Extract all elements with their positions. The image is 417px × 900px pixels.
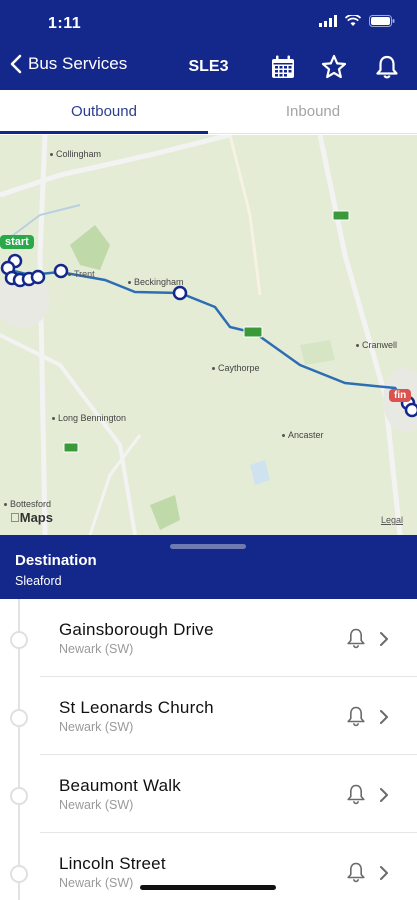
stop-name: Gainsborough Drive xyxy=(59,620,214,639)
map-label: Collingham xyxy=(50,149,101,159)
status-icons xyxy=(319,15,395,27)
map-label: Cranwell xyxy=(356,340,397,350)
bell-icon[interactable] xyxy=(374,54,400,80)
route-code: SLE3 xyxy=(188,58,229,75)
map-canvas xyxy=(0,135,417,535)
list-item[interactable]: Gainsborough Drive Newark (SW) xyxy=(0,599,417,677)
destination-label: Destination xyxy=(15,552,97,569)
bell-icon[interactable] xyxy=(345,861,367,883)
stop-name: Beaumont Walk xyxy=(59,776,181,795)
bell-icon[interactable] xyxy=(345,705,367,727)
stop-area: Newark (SW) xyxy=(59,876,134,890)
map-label: Ancaster xyxy=(282,430,324,440)
star-icon[interactable] xyxy=(321,54,347,80)
legal-link[interactable]: Legal xyxy=(381,515,403,525)
chevron-left-icon xyxy=(10,54,22,74)
nav-bar: Bus Services SLE3 xyxy=(0,44,417,90)
chevron-right-icon xyxy=(380,788,388,802)
stop-name: St Leonards Church xyxy=(59,698,214,717)
sheet-drag-handle[interactable] xyxy=(170,544,246,549)
apple-icon:  xyxy=(10,510,20,525)
finish-badge: fin xyxy=(389,389,412,402)
destination-value: Sleaford xyxy=(15,574,62,588)
timeline-dot xyxy=(10,787,28,805)
signal-icon xyxy=(319,15,337,27)
map-label: Trent xyxy=(68,269,95,279)
active-tab-indicator xyxy=(0,131,208,134)
tab-outbound[interactable]: Outbound xyxy=(0,90,208,134)
battery-icon xyxy=(369,15,395,27)
chevron-right-icon xyxy=(380,632,388,646)
stop-area: Newark (SW) xyxy=(59,798,134,812)
bell-icon[interactable] xyxy=(345,783,367,805)
map-label: Beckingham xyxy=(128,277,184,287)
back-label: Bus Services xyxy=(28,54,128,73)
calendar-icon[interactable] xyxy=(270,54,296,80)
route-line xyxy=(9,268,411,408)
bell-icon[interactable] xyxy=(345,627,367,649)
app-header: 1:11 Bus Services SLE3 xyxy=(0,0,417,90)
timeline-dot xyxy=(10,865,28,883)
maps-provider: Maps xyxy=(10,510,53,525)
stop-markers xyxy=(0,253,417,418)
map-label: Caythorpe xyxy=(212,363,260,373)
start-badge: start xyxy=(0,235,34,249)
maps-logo: Maps xyxy=(10,510,53,525)
timeline-dot xyxy=(10,709,28,727)
stop-area: Newark (SW) xyxy=(59,720,134,734)
home-indicator xyxy=(140,885,276,890)
wifi-icon xyxy=(345,15,361,26)
chevron-right-icon xyxy=(380,866,388,880)
back-button[interactable]: Bus Services xyxy=(10,54,127,74)
map-label: Long Bennington xyxy=(52,413,126,423)
tab-inbound[interactable]: Inbound xyxy=(209,90,417,134)
chevron-right-icon xyxy=(380,710,388,724)
direction-tabs: Outbound Inbound xyxy=(0,90,417,134)
map-label: Bottesford xyxy=(4,499,51,509)
list-item[interactable]: Beaumont Walk Newark (SW) xyxy=(0,755,417,833)
status-time: 1:11 xyxy=(48,15,82,32)
stops-list[interactable]: Gainsborough Drive Newark (SW) St Leonar… xyxy=(0,599,417,900)
stop-name: Lincoln Street xyxy=(59,854,166,873)
timeline-dot xyxy=(10,631,28,649)
stop-area: Newark (SW) xyxy=(59,642,134,656)
status-bar: 1:11 xyxy=(0,0,417,44)
route-map[interactable]: Collingham Beckingham Cranwell Caythorpe… xyxy=(0,135,417,535)
list-item[interactable]: St Leonards Church Newark (SW) xyxy=(0,677,417,755)
